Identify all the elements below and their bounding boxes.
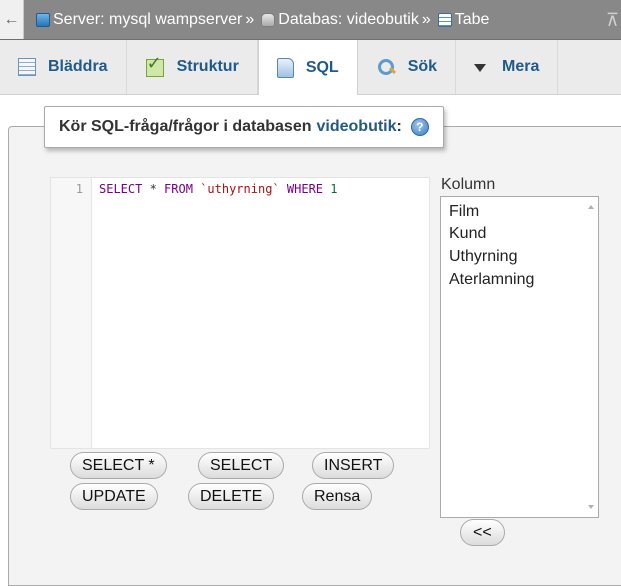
select-button[interactable]: SELECT xyxy=(198,452,285,479)
breadcrumb-database-link[interactable]: Databas: videobutik xyxy=(278,11,419,29)
column-label: Kolumn xyxy=(441,176,496,193)
insert-button[interactable]: INSERT xyxy=(312,452,395,479)
breadcrumb-separator: » xyxy=(245,10,255,28)
sql-keyword: FROM xyxy=(164,182,193,196)
column-item[interactable]: Uthyrning xyxy=(449,248,517,266)
server-icon xyxy=(36,12,50,27)
breadcrumb-separator: » xyxy=(421,10,431,28)
update-button[interactable]: UPDATE xyxy=(70,483,158,510)
column-item[interactable]: Aterlamning xyxy=(449,271,534,289)
back-arrow-icon[interactable]: ← xyxy=(0,0,24,39)
scroll-up-icon[interactable] xyxy=(588,205,594,209)
search-icon xyxy=(376,57,396,77)
tab-label: Mera xyxy=(502,58,540,75)
tab-search[interactable]: Sök xyxy=(358,40,457,94)
delete-button[interactable]: DELETE xyxy=(188,483,275,510)
column-list-scrollbar[interactable] xyxy=(585,198,597,516)
breadcrumb-server-link[interactable]: Server: mysql wampserver xyxy=(53,11,242,29)
sql-keyword: WHERE xyxy=(286,182,324,196)
tab-sql[interactable]: SQL xyxy=(257,40,358,95)
panel-legend: Kör SQL-fråga/frågor i databasen videobu… xyxy=(44,106,444,148)
tab-label: Struktur xyxy=(176,58,239,75)
help-icon[interactable]: ? xyxy=(410,118,429,136)
column-item[interactable]: Kund xyxy=(449,225,486,243)
insert-column-button[interactable]: << xyxy=(460,519,505,546)
tab-bar: Bläddra Struktur SQL Sök Mera xyxy=(0,40,621,95)
tab-structure[interactable]: Struktur xyxy=(127,40,258,94)
database-icon xyxy=(261,12,276,27)
breadcrumb-table-link[interactable]: Tabe xyxy=(455,11,490,29)
legend-colon: : xyxy=(396,118,402,135)
breadcrumb: ← Server: mysql wampserver » Databas: vi… xyxy=(0,0,621,40)
table-icon xyxy=(437,12,452,27)
tab-label: SQL xyxy=(305,58,339,76)
sql-icon xyxy=(276,57,294,78)
tab-label: Bläddra xyxy=(48,58,108,75)
column-item[interactable]: Film xyxy=(449,203,479,221)
sql-operator: * xyxy=(142,182,165,196)
legend-database-link[interactable]: videobutik xyxy=(317,118,397,136)
clear-button[interactable]: Rensa xyxy=(302,483,373,510)
chevron-down-icon xyxy=(474,61,487,73)
select-star-button[interactable]: SELECT * xyxy=(70,452,167,479)
browse-icon xyxy=(18,58,36,76)
tab-browse[interactable]: Bläddra xyxy=(0,40,127,94)
sql-keyword: SELECT xyxy=(99,182,143,196)
sql-code-line[interactable]: SELECT * FROM `uthyrning` WHERE 1 xyxy=(99,182,338,196)
legend-text: Kör SQL-fråga/frågor i databasen xyxy=(59,118,312,135)
structure-icon xyxy=(145,53,165,77)
sql-number: 1 xyxy=(330,182,338,196)
sql-table-name: `uthyrning` xyxy=(200,182,280,196)
line-number-gutter: 1 xyxy=(51,178,92,448)
sql-editor[interactable]: 1 SELECT * FROM `uthyrning` WHERE 1 xyxy=(50,177,430,449)
column-listbox[interactable]: Film Kund Uthyrning Aterlamning xyxy=(440,196,599,518)
tab-label: Sök xyxy=(407,58,438,75)
collapse-toggle-icon[interactable]: ⊼ xyxy=(593,0,621,39)
line-number: 1 xyxy=(75,182,83,196)
scroll-down-icon[interactable] xyxy=(588,505,594,509)
tab-more[interactable]: Mera xyxy=(456,40,559,94)
sql-space xyxy=(280,182,287,196)
